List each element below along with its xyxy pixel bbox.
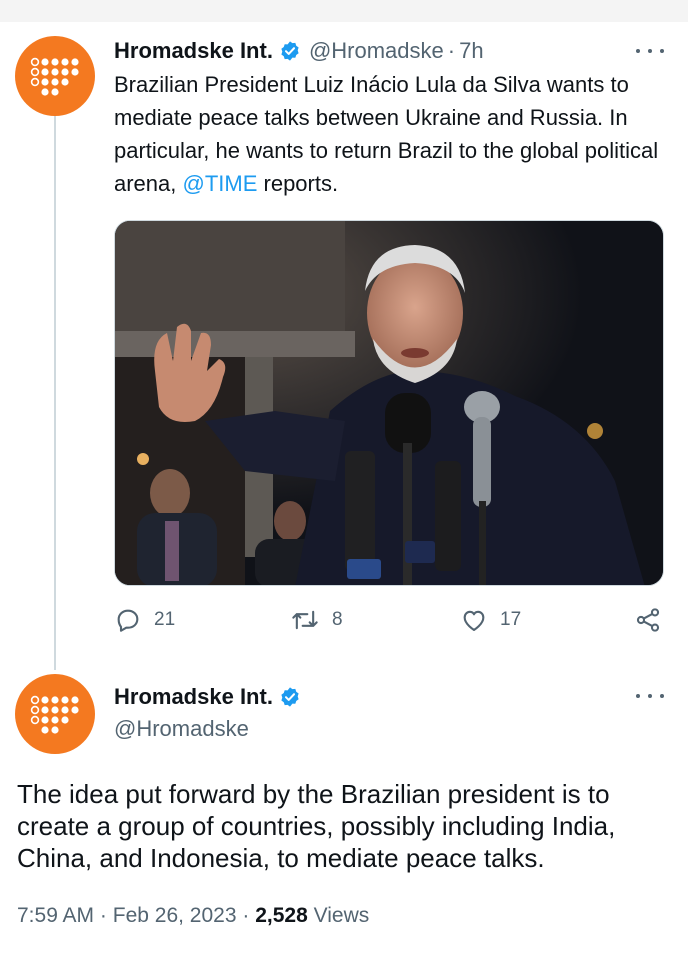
more-options-icon[interactable]	[636, 41, 664, 61]
tweet-actions: 21 8 17	[114, 606, 674, 642]
tweet-text: The idea put forward by the Brazilian pr…	[17, 779, 616, 873]
separator-dot: ·	[447, 38, 456, 63]
share-icon	[636, 608, 660, 632]
photo-lula-at-microphones	[115, 221, 663, 585]
hromadske-logo-icon	[30, 695, 79, 734]
thread-connector-line	[54, 106, 56, 670]
status-bar-strip	[0, 0, 688, 22]
hromadske-logo-icon	[30, 57, 79, 96]
verified-badge-icon	[281, 41, 299, 61]
share-button[interactable]	[634, 606, 674, 634]
tweet-text: Brazilian President Luiz Inácio Lula da …	[114, 68, 669, 200]
tweet-time[interactable]: 7h	[459, 38, 483, 64]
mention-link[interactable]: @TIME	[183, 171, 258, 196]
separator-dot: ·	[99, 904, 107, 927]
author-display-name[interactable]: Hromadske Int.	[114, 38, 273, 64]
reply-count: 21	[154, 609, 176, 630]
retweet-button[interactable]: 8	[290, 606, 343, 634]
tweet-meta: 7:59 AM · Feb 26, 2023 · 2,528 Views	[17, 904, 369, 928]
avatar[interactable]	[15, 674, 95, 754]
like-button[interactable]: 17	[460, 606, 521, 634]
verified-badge-icon	[281, 687, 299, 707]
avatar[interactable]	[15, 36, 95, 116]
separator-dot: ·	[242, 904, 250, 927]
retweet-count: 8	[332, 609, 343, 630]
tweet-header: Hromadske Int. @Hromadske · 7h	[114, 38, 484, 64]
tweet-photo[interactable]	[114, 220, 664, 586]
views-label: Views	[313, 904, 370, 927]
author-handle[interactable]: @Hromadske	[309, 38, 444, 64]
retweet-icon	[292, 610, 318, 630]
tweet-text-part: reports.	[257, 171, 339, 196]
tweet-date[interactable]: Feb 26, 2023	[113, 904, 237, 927]
views-count[interactable]: 2,528	[255, 904, 308, 927]
like-count: 17	[500, 609, 522, 630]
author-handle[interactable]: @Hromadske	[114, 716, 249, 742]
tweet-header: Hromadske Int.	[114, 684, 301, 710]
tweet-time[interactable]: 7:59 AM	[17, 904, 94, 927]
like-icon	[463, 610, 485, 631]
reply-icon	[117, 609, 139, 632]
author-display-name[interactable]: Hromadske Int.	[114, 684, 273, 710]
reply-button[interactable]: 21	[114, 606, 175, 634]
more-options-icon[interactable]	[636, 686, 664, 706]
